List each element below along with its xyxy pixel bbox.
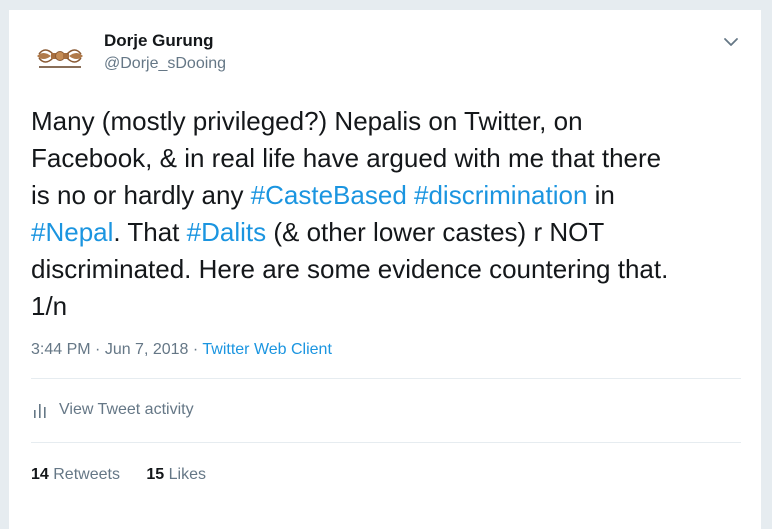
divider bbox=[31, 442, 741, 443]
bar-chart-icon bbox=[34, 404, 46, 418]
tweet-text-segment: Many (mostly privileged?) Nepalis on Twi… bbox=[31, 106, 583, 136]
hashtag-link[interactable]: #Dalits bbox=[187, 217, 266, 247]
tweet-text-segment bbox=[407, 180, 414, 210]
tweet-text-segment: is no or hardly any bbox=[31, 180, 251, 210]
hashtag-link[interactable]: #CasteBased bbox=[251, 180, 407, 210]
tweet-text-line: Many (mostly privileged?) Nepalis on Twi… bbox=[31, 103, 751, 140]
author-display-name[interactable]: Dorje Gurung bbox=[104, 31, 214, 51]
tweet-text: Many (mostly privileged?) Nepalis on Twi… bbox=[31, 103, 751, 325]
tweet-card: Dorje Gurung @Dorje_sDooing Many (mostly… bbox=[9, 9, 761, 529]
author-handle[interactable]: @Dorje_sDooing bbox=[104, 55, 226, 73]
retweets-count: 14 bbox=[31, 466, 49, 483]
tweet-text-segment: discriminated. Here are some evidence co… bbox=[31, 254, 669, 284]
tweet-date[interactable]: Jun 7, 2018 bbox=[105, 341, 189, 358]
avatar[interactable] bbox=[31, 32, 89, 90]
vajra-icon bbox=[31, 32, 89, 90]
tweet-text-segment: . That bbox=[113, 217, 187, 247]
hashtag-link[interactable]: #Nepal bbox=[31, 217, 113, 247]
hashtag-link[interactable]: #discrimination bbox=[414, 180, 587, 210]
likes-label: Likes bbox=[168, 466, 207, 483]
tweet-text-line: #Nepal. That #Dalits (& other lower cast… bbox=[31, 214, 751, 251]
meta-separator: · bbox=[90, 341, 105, 358]
tweet-text-segment: in bbox=[587, 180, 615, 210]
tweet-meta: 3:44 PM · Jun 7, 2018 · Twitter Web Clie… bbox=[31, 341, 332, 359]
tweet-text-segment: Facebook, & in real life have argued wit… bbox=[31, 143, 662, 173]
tweet-text-line: is no or hardly any #CasteBased #discrim… bbox=[31, 177, 751, 214]
tweet-client-link[interactable]: Twitter Web Client bbox=[202, 341, 332, 358]
view-tweet-activity-button[interactable]: View Tweet activity bbox=[31, 401, 194, 419]
tweet-stats: 14 Retweets 15 Likes bbox=[31, 466, 228, 484]
chevron-down-icon[interactable] bbox=[721, 32, 741, 52]
divider bbox=[31, 378, 741, 379]
tweet-time[interactable]: 3:44 PM bbox=[31, 341, 91, 358]
tweet-text-line: Facebook, & in real life have argued wit… bbox=[31, 140, 751, 177]
retweets-label: Retweets bbox=[53, 466, 120, 483]
tweet-text-segment: (& other lower castes) r NOT bbox=[266, 217, 605, 247]
tweet-text-line: discriminated. Here are some evidence co… bbox=[31, 251, 751, 288]
tweet-text-line: 1/n bbox=[31, 288, 751, 325]
likes-stat[interactable]: 15 Likes bbox=[146, 466, 206, 483]
retweets-stat[interactable]: 14 Retweets bbox=[31, 466, 120, 483]
tweet-text-segment: 1/n bbox=[31, 291, 68, 321]
view-tweet-activity-label: View Tweet activity bbox=[59, 401, 194, 418]
meta-separator: · bbox=[188, 341, 203, 358]
likes-count: 15 bbox=[146, 466, 165, 483]
